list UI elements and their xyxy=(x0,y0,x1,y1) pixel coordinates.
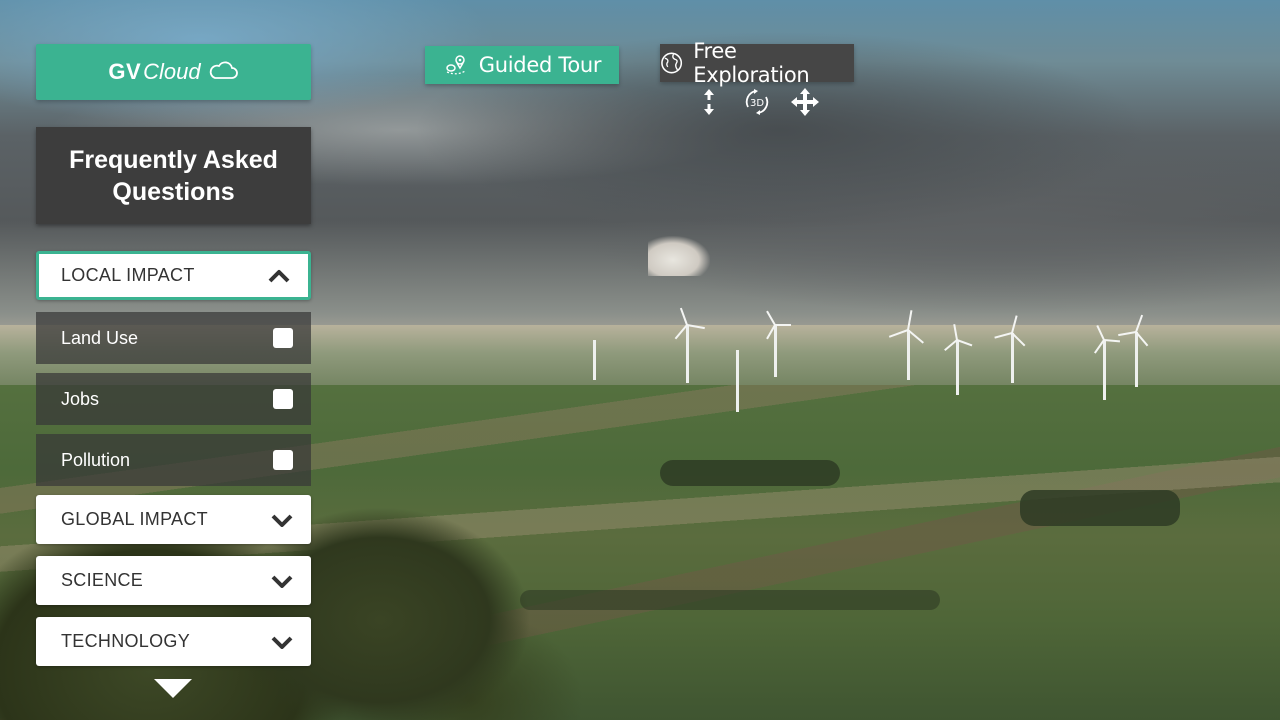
chevron-down-icon xyxy=(271,514,293,527)
faq-item-land-use[interactable]: Land Use xyxy=(36,312,311,364)
chevron-down-icon xyxy=(271,636,293,649)
faq-item-label: Jobs xyxy=(61,388,100,409)
faq-item-pollution[interactable]: Pollution xyxy=(36,434,311,486)
chevron-down-icon xyxy=(271,575,293,588)
faq-item-jobs[interactable]: Jobs xyxy=(36,373,311,425)
logo-text-italic: Cloud xyxy=(143,59,201,84)
free-exploration-label: Free Exploration xyxy=(693,39,810,87)
faq-item-label: Land Use xyxy=(61,327,139,348)
cloud-outline-icon xyxy=(207,59,239,86)
smoke-plume xyxy=(648,236,710,276)
guided-tour-button[interactable]: Guided Tour xyxy=(425,46,619,84)
faq-title-panel: Frequently Asked Questions xyxy=(36,127,311,224)
rotate-3d-icon[interactable]: 3D xyxy=(742,86,772,118)
jobs-checkbox[interactable] xyxy=(273,389,293,409)
faq-title: Frequently Asked Questions xyxy=(69,145,278,206)
accordion-global-impact[interactable]: GLOBAL IMPACT xyxy=(36,495,311,544)
vertical-move-icon[interactable] xyxy=(694,86,724,118)
accordion-label: TECHNOLOGY xyxy=(61,631,191,651)
svg-text:3D: 3D xyxy=(750,98,764,109)
accordion-local-impact[interactable]: LOCAL IMPACT xyxy=(36,251,311,300)
land-use-checkbox[interactable] xyxy=(273,328,293,348)
map-pin-route-icon xyxy=(446,55,466,75)
free-exploration-button[interactable]: Free Exploration xyxy=(660,39,854,87)
triangle-down-icon[interactable] xyxy=(154,679,192,698)
move-arrows-icon[interactable] xyxy=(790,86,820,118)
treeline xyxy=(1020,490,1180,526)
gvcloud-logo-button[interactable]: GV Cloud xyxy=(36,44,311,100)
treeline xyxy=(660,460,840,486)
accordion-science[interactable]: SCIENCE xyxy=(36,556,311,605)
accordion-technology[interactable]: TECHNOLOGY xyxy=(36,617,311,666)
chevron-up-icon xyxy=(268,269,290,282)
globe-icon xyxy=(661,52,683,74)
accordion-label: GLOBAL IMPACT xyxy=(61,509,208,529)
guided-tour-label: Guided Tour xyxy=(478,53,602,77)
logo-text-bold: GV xyxy=(108,59,142,84)
faq-item-label: Pollution xyxy=(61,449,131,470)
pollution-checkbox[interactable] xyxy=(273,450,293,470)
accordion-label: LOCAL IMPACT xyxy=(61,265,195,285)
accordion-label: SCIENCE xyxy=(61,570,144,590)
